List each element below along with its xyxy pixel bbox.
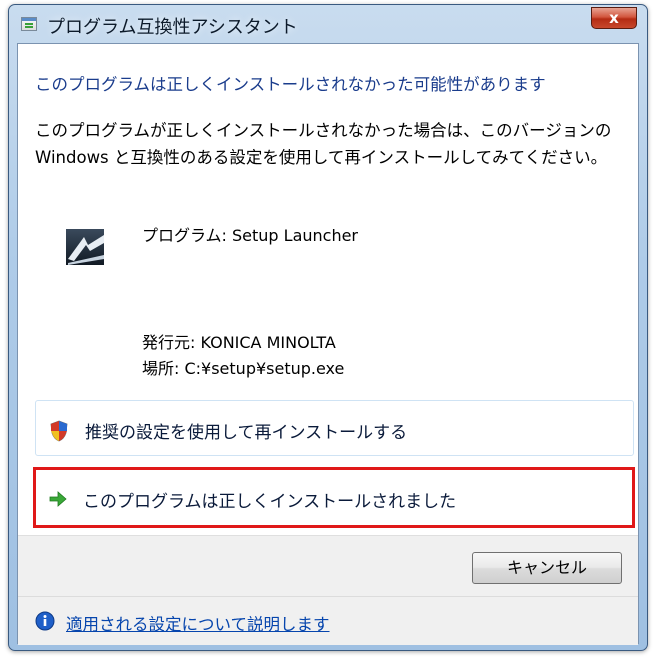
shield-icon (50, 420, 68, 442)
help-bar: 適用される設定について説明します (18, 596, 638, 645)
main-heading: このプログラムは正しくインストールされなかった可能性があります (35, 75, 546, 94)
dialog-window: プログラム互換性アシスタント x このプログラムは正しくインストールされなかった… (8, 4, 648, 651)
publisher-text: 発行元: KONICA MINOLTA (142, 333, 336, 352)
installed-option-label: このプログラムは正しくインストールされました (83, 492, 457, 512)
location-text: 場所: C:¥setup¥setup.exe (142, 359, 345, 378)
title-bar[interactable]: プログラム互換性アシスタント x (9, 5, 647, 43)
button-bar: キャンセル (18, 535, 638, 596)
app-icon (21, 17, 37, 31)
installed-correctly-option[interactable]: このプログラムは正しくインストールされました (33, 467, 635, 528)
reinstall-option-label: 推奨の設定を使用して再インストールする (85, 423, 408, 443)
green-arrow-icon (49, 491, 67, 507)
reinstall-recommended-option[interactable]: 推奨の設定を使用して再インストールする (35, 400, 634, 456)
program-name: プログラム: Setup Launcher (142, 226, 359, 245)
description-text: このプログラムが正しくインストールされなかった場合は、このバージョンの Wind… (35, 121, 612, 167)
dialog-content: このプログラムは正しくインストールされなかった可能性があります このプログラムが… (17, 43, 639, 645)
settings-help-link[interactable]: 適用される設定について説明します (66, 611, 330, 635)
info-icon (35, 611, 55, 631)
window-title: プログラム互換性アシスタント (47, 17, 298, 38)
cancel-button[interactable]: キャンセル (472, 552, 622, 584)
close-button[interactable]: x (591, 7, 637, 29)
program-icon (66, 229, 104, 265)
